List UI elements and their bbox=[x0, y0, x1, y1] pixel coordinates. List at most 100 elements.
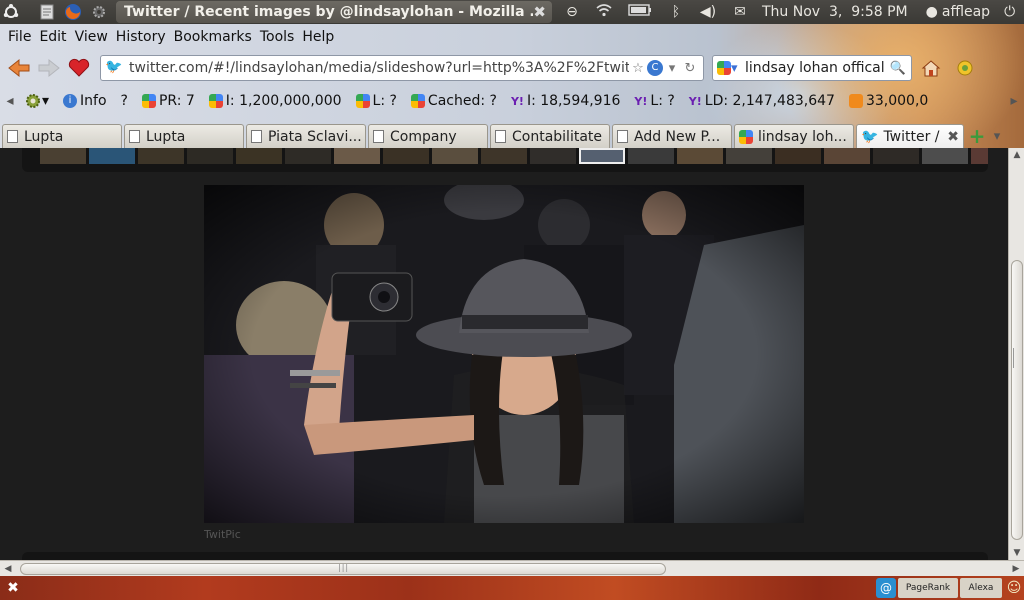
photo-caption: TwitPic bbox=[204, 528, 241, 541]
google-links-button[interactable]: L: ? bbox=[355, 93, 397, 109]
scroll-left-arrow-icon[interactable]: ◀ bbox=[0, 564, 16, 574]
back-button[interactable] bbox=[4, 54, 34, 82]
search-icon[interactable]: 🔍 bbox=[889, 61, 907, 76]
slideshow-thumbnail[interactable] bbox=[873, 148, 919, 164]
tab-label: Contabilitate bbox=[512, 128, 603, 145]
vertical-scrollbar[interactable]: ▲ ▼ bbox=[1008, 148, 1024, 560]
question-button[interactable]: ? bbox=[121, 93, 128, 109]
greasemonkey-icon[interactable]: ☺ bbox=[1004, 578, 1024, 598]
close-window-icon[interactable]: ✖ bbox=[533, 3, 546, 21]
yahoo-links-button[interactable]: Y! L: ? bbox=[634, 93, 674, 109]
alexa-status[interactable]: Alexa bbox=[960, 578, 1002, 598]
settings-icon[interactable] bbox=[88, 2, 110, 22]
google-icon bbox=[355, 94, 370, 108]
scroll-right-arrow-icon[interactable]: ▶ bbox=[1008, 564, 1024, 574]
toolbar-scroll-left-icon[interactable]: ◂ bbox=[2, 93, 18, 109]
heart-icon[interactable] bbox=[64, 54, 94, 82]
slideshow-thumbnail[interactable] bbox=[530, 148, 576, 164]
bluetooth-icon[interactable]: ᛒ bbox=[662, 4, 690, 20]
tab-lupta-1[interactable]: Lupta bbox=[2, 124, 122, 148]
slideshow-thumbnail[interactable] bbox=[383, 148, 429, 164]
wifi-icon[interactable] bbox=[590, 3, 618, 21]
slideshow-thumbnail[interactable] bbox=[89, 148, 135, 164]
pagerank-button[interactable]: PR: 7 bbox=[141, 93, 195, 109]
info-button[interactable]: i Info bbox=[63, 93, 107, 109]
slideshow-thumbnail[interactable] bbox=[481, 148, 527, 164]
tab-list-chevron-icon[interactable]: ▾ bbox=[988, 124, 1006, 148]
scroll-up-arrow-icon[interactable]: ▲ bbox=[1009, 148, 1024, 162]
cached-button[interactable]: Cached: ? bbox=[410, 93, 497, 109]
slideshow-thumbnail[interactable] bbox=[971, 148, 988, 164]
close-icon[interactable]: ✖ bbox=[0, 580, 26, 596]
tab-lindsay-google[interactable]: lindsay loh... bbox=[734, 124, 854, 148]
yahoo-index-button[interactable]: Y! I: 18,594,916 bbox=[511, 93, 620, 109]
new-tab-button[interactable]: + bbox=[966, 124, 988, 148]
tab-piata-sclavi[interactable]: Piata Sclavi... bbox=[246, 124, 366, 148]
search-bar[interactable]: ▾ 🔍 bbox=[712, 55, 912, 81]
page-icon bbox=[495, 130, 506, 143]
tab-contabilitate[interactable]: Contabilitate bbox=[490, 124, 610, 148]
slideshow-thumbnail[interactable] bbox=[579, 148, 625, 164]
dropdown-chevron-icon[interactable]: ▾ bbox=[663, 61, 681, 76]
user-icon[interactable]: ● bbox=[926, 4, 938, 20]
scroll-down-arrow-icon[interactable]: ▼ bbox=[1009, 546, 1024, 560]
horizontal-scrollbar[interactable]: ◀ ||| ▶ bbox=[0, 560, 1024, 576]
slideshow-thumbnail[interactable] bbox=[432, 148, 478, 164]
pagerank-status[interactable]: PageRank bbox=[898, 578, 958, 598]
slideshow-thumbnail[interactable] bbox=[922, 148, 968, 164]
menu-help[interactable]: Help bbox=[298, 29, 338, 45]
extension-c-icon[interactable]: C bbox=[647, 60, 663, 76]
slideshow-thumbnail[interactable] bbox=[334, 148, 380, 164]
tab-add-new[interactable]: Add New P... bbox=[612, 124, 732, 148]
search-engine-icon[interactable]: ▾ bbox=[717, 61, 745, 76]
google-index-button[interactable]: I: 1,200,000,000 bbox=[208, 93, 342, 109]
menu-file[interactable]: File bbox=[4, 29, 35, 45]
twitter-bird-icon: 🐦 bbox=[861, 128, 879, 145]
slideshow-thumbnail[interactable] bbox=[775, 148, 821, 164]
search-input[interactable] bbox=[745, 60, 889, 76]
volume-icon[interactable]: ◀) bbox=[694, 4, 722, 20]
battery-icon[interactable] bbox=[622, 4, 658, 20]
slideshow-thumbnail[interactable] bbox=[726, 148, 772, 164]
slideshow-thumbnail[interactable] bbox=[236, 148, 282, 164]
tab-twitter[interactable]: 🐦Twitter / ...✖ bbox=[856, 124, 964, 148]
mail-icon[interactable]: ✉ bbox=[726, 4, 754, 20]
slideshow-thumbnail[interactable] bbox=[40, 148, 86, 164]
addon-flower-icon[interactable] bbox=[950, 54, 980, 82]
ubuntu-icon[interactable] bbox=[0, 2, 22, 22]
clock[interactable]: Thu Nov 3, 9:58 PM bbox=[762, 4, 908, 20]
menu-tools[interactable]: Tools bbox=[256, 29, 299, 45]
at-icon[interactable]: @ bbox=[876, 578, 896, 598]
record-icon[interactable]: ⊖ bbox=[558, 4, 586, 20]
tab-lupta-2[interactable]: Lupta bbox=[124, 124, 244, 148]
url-text[interactable]: twitter.com/#!/lindsaylohan/media/slides… bbox=[123, 60, 629, 76]
username[interactable]: affleap bbox=[942, 4, 990, 20]
menu-edit[interactable]: Edit bbox=[35, 29, 70, 45]
slideshow-thumbnail[interactable] bbox=[677, 148, 723, 164]
menu-view[interactable]: View bbox=[71, 29, 112, 45]
menu-bookmarks[interactable]: Bookmarks bbox=[170, 29, 256, 45]
text-editor-icon[interactable] bbox=[36, 2, 58, 22]
slideshow-thumbnail[interactable] bbox=[824, 148, 870, 164]
close-tab-icon[interactable]: ✖ bbox=[947, 129, 959, 145]
power-icon[interactable]: ⏻ bbox=[1004, 4, 1015, 20]
slideshow-photo[interactable] bbox=[204, 185, 804, 523]
forward-button[interactable] bbox=[34, 54, 64, 82]
toolbar-scroll-right-icon[interactable]: ▸ bbox=[1006, 93, 1022, 109]
slideshow-thumbnail[interactable] bbox=[138, 148, 184, 164]
vertical-scroll-thumb[interactable] bbox=[1011, 260, 1023, 540]
yahoo-ld-button[interactable]: Y! LD: 2,147,483,647 bbox=[689, 93, 835, 109]
menu-history[interactable]: History bbox=[112, 29, 170, 45]
rss-button[interactable]: 33,000,0 bbox=[848, 93, 928, 109]
slideshow-thumbnail[interactable] bbox=[285, 148, 331, 164]
tab-company[interactable]: Company bbox=[368, 124, 488, 148]
home-icon[interactable] bbox=[916, 54, 946, 82]
bookmark-star-icon[interactable]: ☆ bbox=[629, 61, 647, 76]
slideshow-thumbnail[interactable] bbox=[628, 148, 674, 164]
seo-gear-icon[interactable]: ▾ bbox=[24, 92, 49, 110]
url-bar[interactable]: 🐦 twitter.com/#!/lindsaylohan/media/slid… bbox=[100, 55, 704, 81]
firefox-icon[interactable] bbox=[62, 2, 84, 22]
reload-icon[interactable]: ↻ bbox=[681, 61, 699, 76]
seo-toolbar: ◂ ▾ i Info ? PR: 7 I: 1,200,000,000 L: ? … bbox=[0, 86, 1024, 116]
slideshow-thumbnail[interactable] bbox=[187, 148, 233, 164]
